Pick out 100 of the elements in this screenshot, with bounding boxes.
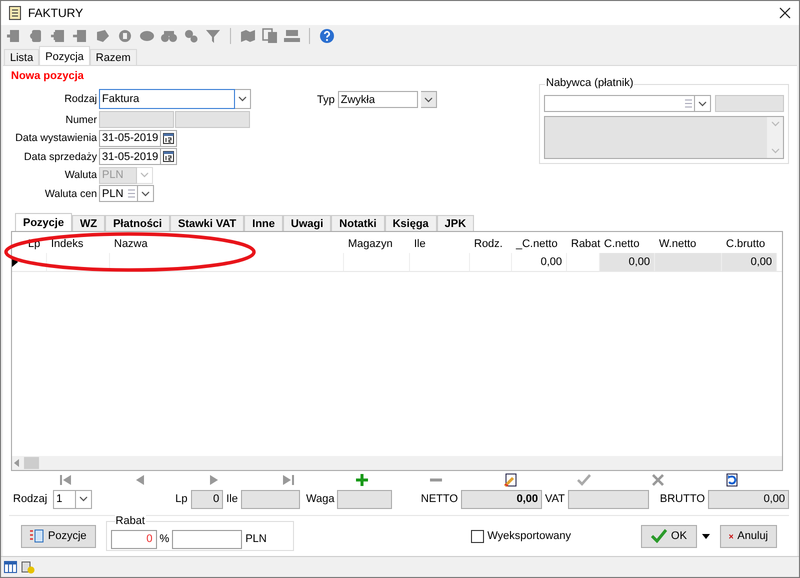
column-header[interactable]: C.netto [600,238,655,250]
list-icon [128,189,135,198]
scroll-thumb[interactable] [24,457,39,470]
date-field[interactable]: 31-05-2019 [99,148,161,166]
percent-label: % [160,533,170,546]
window-title: FAKTURY [28,6,84,20]
horizontal-scrollbar[interactable] [12,456,782,470]
date-field[interactable]: 31-05-2019 [99,130,161,147]
discount-amount-field[interactable] [172,530,242,549]
column-header[interactable]: Ile [410,238,470,250]
discount-percent-field[interactable]: 0 [110,530,157,549]
column-header[interactable]: W.netto [655,238,722,250]
ok-button[interactable]: OK [641,524,697,548]
tab[interactable]: Stawki VAT [170,215,244,232]
check-icon[interactable] [577,473,591,488]
table-cell: 0,00 [512,253,567,272]
field-label: Rodzaj [63,93,98,106]
checkbox[interactable] [471,530,484,543]
tab[interactable]: JPK [436,215,474,232]
caret-icon[interactable] [702,534,710,539]
table-cell: 0,00 [722,253,777,272]
tab[interactable]: Pozycje [15,213,72,232]
tab[interactable]: Lista [4,49,40,66]
field-label: Data sprzedaży [23,150,98,163]
help-icon[interactable] [319,28,335,44]
chevron-down-icon [140,172,149,178]
plus-icon[interactable] [355,473,369,488]
gross-total-field: 0,00 [708,490,789,509]
field-label: Numer [64,114,98,126]
column-header[interactable]: Rabat [567,238,600,250]
copy-icon[interactable] [262,28,278,44]
positions-button[interactable]: Pozycje [21,524,96,548]
tab[interactable]: Płatności [105,215,170,232]
group-title: Nabywca (płatnik) [545,77,634,90]
chevron-down-icon [770,148,780,154]
remove-page-icon[interactable] [73,28,89,44]
last-icon[interactable] [281,473,295,488]
scroll-left-icon[interactable] [14,459,19,468]
chevron-down-icon [238,96,247,102]
tab[interactable]: Księga [384,215,437,232]
position-number-field[interactable]: 0 [190,490,224,509]
tab[interactable]: Uwagi [282,215,332,232]
field-label: Waga [306,493,334,506]
number-field[interactable] [99,111,174,128]
column-header[interactable]: Magazyn [344,238,410,250]
buyer-combo[interactable] [544,95,695,112]
cancel-icon[interactable] [651,473,665,488]
quantity-field[interactable] [240,490,300,509]
type-combo[interactable]: Faktura [99,89,235,110]
kind-combo[interactable]: Zwykła [338,91,418,108]
number-suffix-field[interactable] [175,111,250,128]
chevron-down-icon [698,100,707,107]
filter-icon[interactable] [205,28,221,44]
add-page-icon[interactable] [51,28,67,44]
chevron-down-icon [79,496,88,502]
column-header[interactable]: Nazwa [110,238,344,250]
table-cell: 0,00 [600,253,655,272]
map-icon[interactable] [240,28,256,44]
tab[interactable]: Razem [90,49,137,66]
check-icon [651,529,668,544]
chevron-down-icon [424,96,433,103]
tab[interactable]: Notatki [331,215,385,232]
field-label: Ile [226,493,238,506]
list-icon [685,99,692,108]
first-icon[interactable] [59,473,73,488]
field-label: Lp [175,493,188,506]
refresh-icon[interactable] [725,473,739,488]
calendar-icon[interactable] [163,132,174,144]
buyer-address-field[interactable] [544,116,784,160]
checkbox-label: Wyeksportowany [487,530,571,542]
columns-icon[interactable] [4,561,17,574]
field-label: Rodzaj [13,493,48,506]
buyer-code-field[interactable] [715,95,784,112]
field-label: NETTO [420,493,458,506]
weight-field[interactable] [337,490,392,509]
column-header[interactable]: Indeks [47,238,110,250]
edit-page-icon[interactable] [503,473,517,488]
document-icon [9,6,21,20]
kind-combo[interactable]: 1 [53,490,76,509]
field-label: Waluta [64,169,98,182]
group-title: Rabat [114,515,146,528]
calendar-icon[interactable] [163,151,174,162]
column-header[interactable]: Rodz. [470,238,512,250]
currency-label: PLN [245,533,267,546]
cancel-button[interactable]: Anuluj [720,524,777,548]
column-header[interactable]: C.brutto [722,238,777,250]
field-label: Data wystawienia [14,132,98,144]
chevron-down-icon [141,190,150,197]
close-icon[interactable] [779,7,791,20]
field-label: Waluta cen [44,188,98,200]
net-total-field: 0,00 [460,490,542,509]
field-label: BRUTTO [660,493,705,506]
column-header[interactable]: _C.netto [512,238,567,250]
tab[interactable]: WZ [72,215,106,232]
field-label: Typ [317,94,335,106]
tab[interactable]: Inne [244,215,283,232]
checklist-icon [30,529,44,544]
price-currency-field[interactable]: PLN [99,185,138,202]
section-title: Nowa pozycja [11,70,85,84]
tab[interactable]: Pozycja [39,46,90,66]
